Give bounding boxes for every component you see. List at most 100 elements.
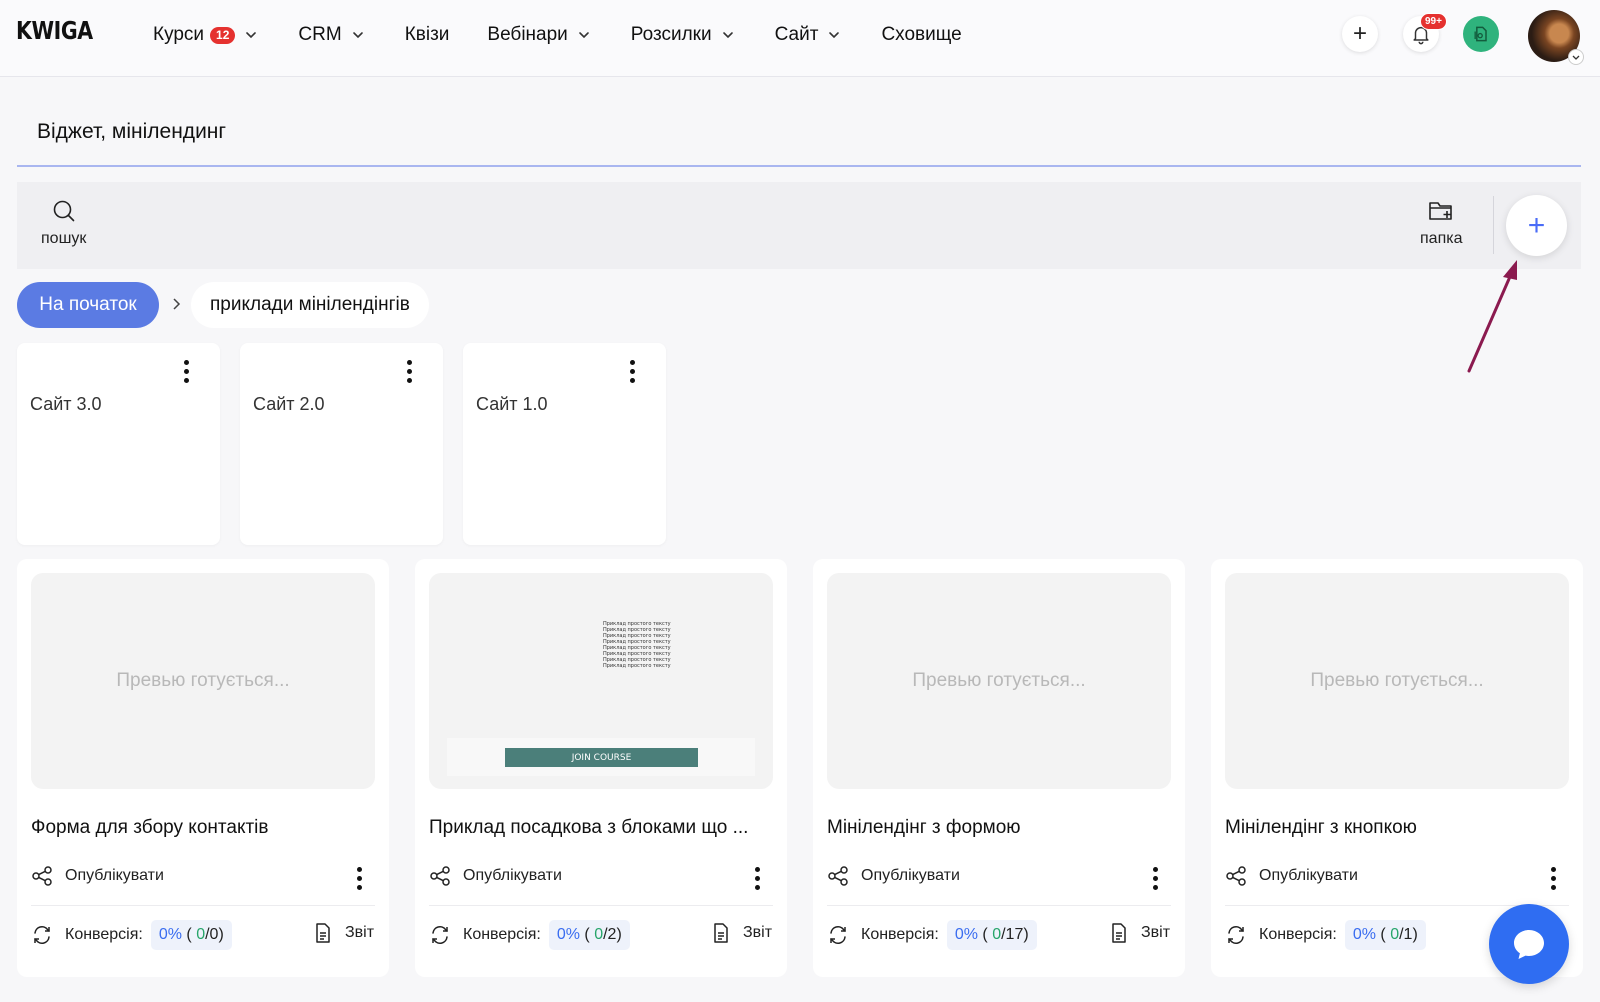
conversion-stat: Конверсія: 0% ( 0/0) bbox=[31, 920, 232, 950]
chevron-down-icon bbox=[1572, 55, 1580, 60]
folder-card[interactable]: Сайт 3.0 bbox=[17, 343, 220, 545]
chevron-down-icon bbox=[722, 32, 733, 39]
page-title: Віджет, мінілендинг bbox=[37, 120, 227, 143]
nav-item-mailings[interactable]: Розсилки bbox=[631, 24, 737, 46]
nav-label: Розсилки bbox=[630, 24, 712, 45]
plus-icon: + bbox=[1527, 208, 1546, 242]
conversion-value: 0% ( 0/17) bbox=[946, 920, 1037, 950]
refresh-icon[interactable] bbox=[429, 924, 451, 946]
new-folder-button[interactable]: папка bbox=[1420, 198, 1462, 248]
chevron-down-icon bbox=[829, 32, 840, 39]
preview-text-block: Приклад простого тексту Приклад простого… bbox=[603, 621, 675, 669]
landing-preview[interactable]: Приклад простого тексту Приклад простого… bbox=[429, 573, 773, 789]
chat-widget-button[interactable] bbox=[1489, 904, 1569, 984]
report-button[interactable]: Звіт bbox=[313, 922, 374, 944]
folder-name: Сайт 3.0 bbox=[30, 394, 102, 414]
conversion-stat: Конверсія: 0% ( 0/2) bbox=[429, 920, 630, 950]
conversion-count: 0 bbox=[992, 926, 1002, 943]
conversion-stat: Конверсія: 0% ( 0/17) bbox=[827, 920, 1037, 950]
landing-title[interactable]: Приклад посадкова з блоками що ... bbox=[429, 817, 773, 839]
logo[interactable]: KWIGA bbox=[16, 16, 93, 45]
conversion-open: ( bbox=[584, 926, 595, 943]
publish-button[interactable]: Опублікувати bbox=[31, 865, 164, 887]
report-label: Звіт bbox=[743, 924, 773, 941]
search-button[interactable]: пошук bbox=[41, 198, 86, 248]
document-icon bbox=[714, 923, 728, 943]
chat-bubble-icon bbox=[1514, 930, 1544, 959]
refresh-icon[interactable] bbox=[827, 924, 849, 946]
publish-button[interactable]: Опублікувати bbox=[827, 865, 960, 887]
more-options-icon[interactable] bbox=[1551, 865, 1556, 892]
publish-button[interactable]: Опублікувати bbox=[1225, 865, 1358, 887]
top-bar: KWIGA Курси 12 CRM Квізи Вебінари Розсил… bbox=[0, 0, 1600, 77]
publish-label: Опублікувати bbox=[65, 867, 164, 884]
conversion-label: Конверсія: bbox=[65, 926, 143, 943]
preview-line: Приклад простого тексту bbox=[603, 663, 671, 669]
more-options-icon[interactable] bbox=[1153, 865, 1158, 892]
landing-preview[interactable]: Превью готується... bbox=[827, 573, 1171, 789]
avatar-menu-toggle[interactable] bbox=[1568, 49, 1584, 65]
nav-label: Вебінари bbox=[487, 24, 568, 45]
breadcrumb-home[interactable]: На початок bbox=[17, 282, 159, 328]
more-options-icon[interactable] bbox=[630, 358, 635, 385]
document-icon bbox=[1112, 923, 1126, 943]
folder-card[interactable]: Сайт 1.0 bbox=[463, 343, 666, 545]
conversion-open: ( bbox=[1380, 926, 1391, 943]
more-options-icon[interactable] bbox=[357, 865, 362, 892]
report-button[interactable]: Звіт bbox=[711, 922, 772, 944]
nav-item-storage[interactable]: Сховище bbox=[881, 24, 961, 46]
nav-item-courses[interactable]: Курси 12 bbox=[153, 24, 260, 46]
report-label: Звіт bbox=[345, 924, 375, 941]
landing-title[interactable]: Мінілендінг з кнопкою bbox=[1225, 817, 1569, 839]
nav-label: Сховище bbox=[881, 24, 962, 45]
share-icon bbox=[1226, 866, 1246, 886]
document-app-button[interactable] bbox=[1463, 16, 1499, 52]
conversion-open: ( bbox=[186, 926, 197, 943]
chevron-down-icon bbox=[246, 32, 257, 39]
card-divider bbox=[429, 905, 773, 906]
refresh-icon[interactable] bbox=[1225, 924, 1247, 946]
nav-item-crm[interactable]: CRM bbox=[298, 24, 366, 46]
document-icon bbox=[316, 923, 330, 943]
report-button[interactable]: Звіт bbox=[1109, 922, 1170, 944]
nav-item-quizzes[interactable]: Квізи bbox=[405, 24, 450, 46]
folder-name: Сайт 1.0 bbox=[476, 394, 548, 414]
create-widget-button[interactable]: + bbox=[1506, 195, 1567, 256]
conversion-total: /17) bbox=[1001, 926, 1029, 943]
conversion-stat: Конверсія: 0% ( 0/1) bbox=[1225, 920, 1426, 950]
publish-button[interactable]: Опублікувати bbox=[429, 865, 562, 887]
toolbar-divider bbox=[1493, 196, 1494, 254]
nav-item-webinars[interactable]: Вебінари bbox=[487, 24, 592, 46]
conversion-count: 0 bbox=[196, 926, 206, 943]
landing-title[interactable]: Мінілендінг з формою bbox=[827, 817, 1171, 839]
landing-preview[interactable]: Превью готується... bbox=[1225, 573, 1569, 789]
conversion-open: ( bbox=[982, 926, 993, 943]
nav-label: Курси bbox=[153, 24, 205, 45]
card-divider bbox=[827, 905, 1171, 906]
card-divider bbox=[31, 905, 375, 906]
folder-plus-icon bbox=[1429, 202, 1453, 220]
main-nav: Курси 12 CRM Квізи Вебінари Розсилки Сай… bbox=[153, 0, 1000, 70]
refresh-icon[interactable] bbox=[31, 924, 53, 946]
more-options-icon[interactable] bbox=[407, 358, 412, 385]
landing-title[interactable]: Форма для збору контактів bbox=[31, 817, 375, 839]
landing-preview[interactable]: Превью готується... bbox=[31, 573, 375, 789]
share-icon bbox=[32, 866, 52, 886]
publish-label: Опублікувати bbox=[861, 867, 960, 884]
nav-label: CRM bbox=[298, 24, 342, 45]
report-label: Звіт bbox=[1141, 924, 1171, 941]
conversion-label: Конверсія: bbox=[463, 926, 541, 943]
landing-card: Приклад простого тексту Приклад простого… bbox=[415, 559, 787, 977]
preview-join-button: JOIN COURSE bbox=[505, 748, 698, 767]
conversion-value: 0% ( 0/0) bbox=[150, 920, 232, 950]
conversion-label: Конверсія: bbox=[861, 926, 939, 943]
folder-name: Сайт 2.0 bbox=[253, 394, 325, 414]
more-options-icon[interactable] bbox=[184, 358, 189, 385]
folder-card[interactable]: Сайт 2.0 bbox=[240, 343, 443, 545]
nav-item-site[interactable]: Сайт bbox=[775, 24, 844, 46]
conversion-total: /2) bbox=[603, 926, 622, 943]
more-options-icon[interactable] bbox=[755, 865, 760, 892]
preview-footer: JOIN COURSE bbox=[447, 738, 755, 776]
chevron-right-icon bbox=[173, 298, 181, 310]
header-add-button[interactable]: + bbox=[1342, 16, 1378, 52]
